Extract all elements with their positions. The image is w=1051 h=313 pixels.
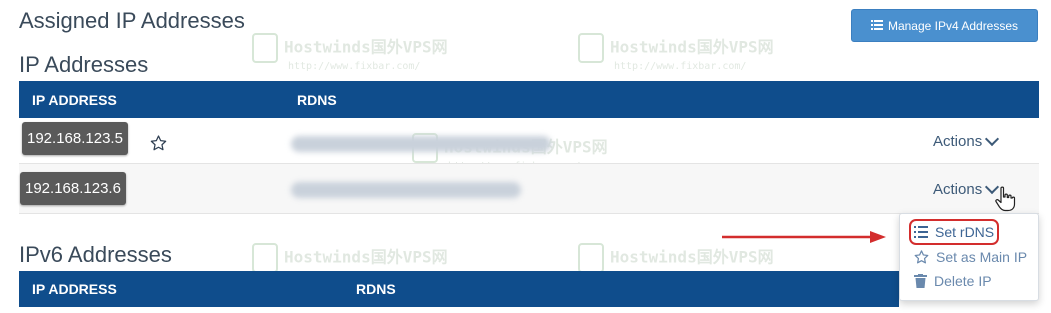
menu-item-label: Set rDNS <box>935 224 995 240</box>
star-icon[interactable] <box>150 135 167 151</box>
trash-icon <box>914 274 927 288</box>
menu-item-label: Delete IP <box>934 273 992 289</box>
manage-ipv4-label: Manage IPv4 Addresses <box>887 18 1019 33</box>
actions-label: Actions <box>933 181 983 198</box>
actions-dropdown-menu: Set rDNS Set as Main IP Delete IP <box>899 213 1039 301</box>
annotation-arrow-icon <box>722 231 886 243</box>
ipv6-section-title: IPv6 Addresses <box>19 242 172 267</box>
actions-label: Actions <box>933 133 983 150</box>
page-title: Assigned IP Addresses <box>19 8 245 33</box>
column-header-rdns: RDNS <box>356 281 396 297</box>
ip-address-badge: 192.168.123.5 <box>22 122 128 155</box>
rdns-value <box>291 182 521 198</box>
watermark: Hostwinds国外VPS网http://www.fixbar.com/ <box>252 33 448 72</box>
chevron-down-icon <box>985 131 1000 147</box>
watermark: Hostwinds国外VPS网 <box>578 243 774 273</box>
watermark-logo-icon <box>578 243 604 273</box>
watermark: Hostwinds国外VPS网 <box>252 243 448 273</box>
menu-item-set-main-ip[interactable]: Set as Main IP <box>914 249 1027 265</box>
menu-item-set-rdns[interactable]: Set rDNS <box>908 219 1000 245</box>
watermark: Hostwinds国外VPS网http://www.fixbar.com/ <box>578 33 774 72</box>
ip-address-badge: 192.168.123.6 <box>20 172 126 205</box>
column-header-ip: IP ADDRESS <box>32 281 117 297</box>
actions-dropdown-toggle[interactable]: Actions <box>933 179 1000 198</box>
ipv4-table-header: IP ADDRESS RDNS <box>19 81 1039 118</box>
column-header-rdns: RDNS <box>297 92 337 108</box>
list-icon <box>914 226 928 238</box>
actions-dropdown-toggle[interactable]: Actions <box>933 131 1000 150</box>
ipv6-table-header: IP ADDRESS RDNS <box>19 271 899 307</box>
menu-item-label: Set as Main IP <box>936 249 1028 265</box>
list-icon <box>870 20 883 30</box>
manage-ipv4-button[interactable]: Manage IPv4 Addresses <box>851 9 1038 42</box>
star-icon <box>914 250 929 264</box>
watermark-logo-icon <box>252 243 278 273</box>
watermark-logo-icon <box>252 33 278 63</box>
table-row: 192.168.123.5 Actions <box>19 118 1039 164</box>
table-row: 192.168.123.6 Actions <box>19 164 1039 214</box>
ipv4-section-title: IP Addresses <box>19 52 149 77</box>
column-header-ip: IP ADDRESS <box>32 92 117 108</box>
hand-cursor-icon <box>995 186 1016 212</box>
menu-item-delete-ip[interactable]: Delete IP <box>914 273 992 289</box>
rdns-value <box>291 136 551 152</box>
watermark-logo-icon <box>578 33 604 63</box>
